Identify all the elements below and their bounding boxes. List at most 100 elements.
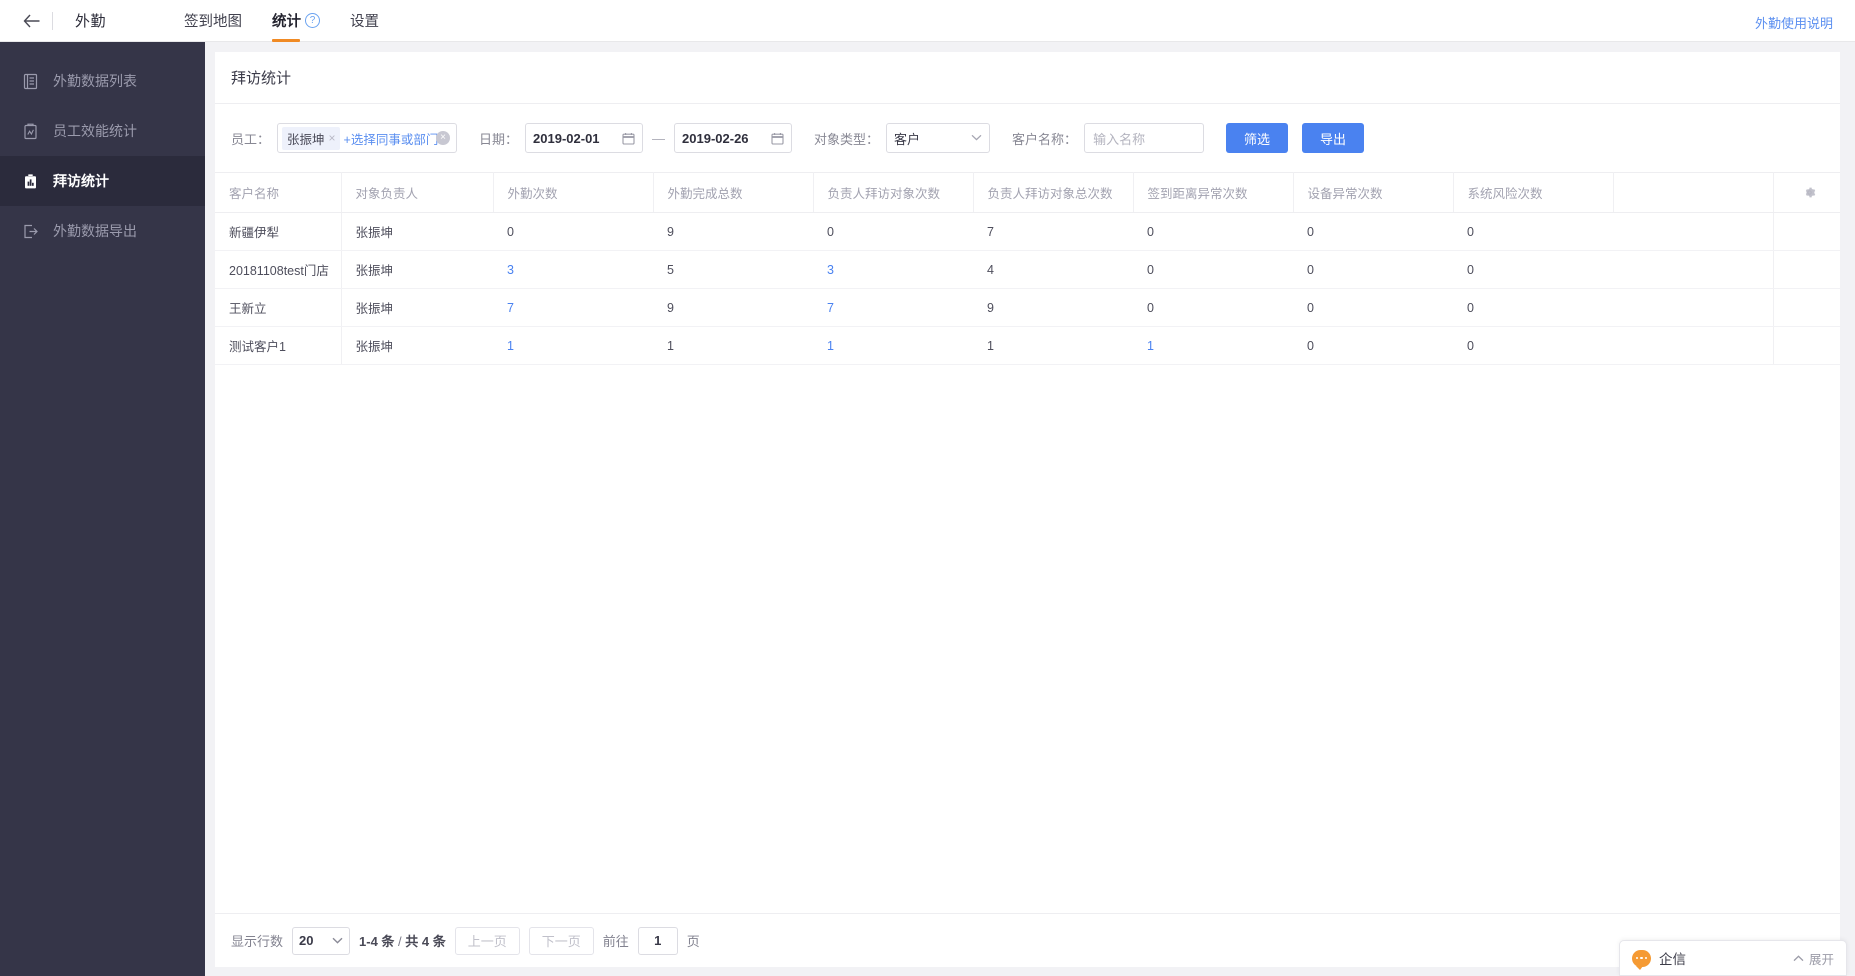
tab-signin-map-label: 签到地图 bbox=[184, 14, 243, 30]
prev-page-button[interactable]: 上一页 bbox=[454, 926, 520, 955]
customer-name-input[interactable]: 输入名称 bbox=[1084, 123, 1205, 153]
sidebar-item-efficiency-label: 员工效能统计 bbox=[53, 123, 137, 139]
filter-button[interactable]: 筛选 bbox=[1226, 123, 1289, 153]
date-filter: 日期： 2019-02-01 — 2019-02-26 bbox=[479, 123, 793, 153]
col-field-completed-total[interactable]: 外勤完成总数 bbox=[653, 172, 814, 213]
cell-object-owner: 张振坤 bbox=[341, 288, 493, 327]
cell-field-visits: 0 bbox=[493, 212, 653, 251]
employee-tag[interactable]: 张振坤 × bbox=[282, 126, 340, 150]
cell-object-owner: 张振坤 bbox=[341, 250, 493, 289]
help-icon[interactable]: ? bbox=[305, 13, 321, 28]
chat-widget[interactable]: 企信 展开 bbox=[1619, 940, 1847, 976]
cell-object-owner: 张振坤 bbox=[341, 326, 493, 365]
cell-spacer bbox=[1613, 288, 1774, 327]
col-owner-visit-count[interactable]: 负责人拜访对象次数 bbox=[813, 172, 974, 213]
sidebar-item-visit-stats[interactable]: 拜访统计 bbox=[0, 156, 205, 206]
cell-checkin-distance-abnormal: 0 bbox=[1133, 250, 1293, 289]
employee-add-link[interactable]: +选择同事或部门 bbox=[344, 129, 439, 148]
record-range-current: 1-4 条 bbox=[359, 934, 395, 949]
calendar-icon[interactable] bbox=[622, 132, 635, 145]
rows-per-page-value: 20 bbox=[299, 933, 314, 948]
cell-settings bbox=[1773, 288, 1845, 327]
cell-system-risk: 0 bbox=[1453, 288, 1613, 327]
employee-filter-label: 员工： bbox=[231, 131, 271, 147]
object-type-select[interactable]: 客户 bbox=[886, 123, 991, 153]
sidebar-item-data-export[interactable]: 外勤数据导出 bbox=[0, 206, 205, 256]
page-title: 拜访统计 bbox=[215, 52, 1845, 104]
chevron-down-icon bbox=[971, 132, 982, 144]
tab-statistics[interactable]: 统计 ? bbox=[272, 0, 321, 42]
object-type-label: 对象类型： bbox=[814, 131, 880, 147]
cell-field-completed-total: 1 bbox=[653, 326, 813, 365]
rows-per-page-select[interactable]: 20 bbox=[292, 926, 351, 955]
filter-actions: 筛选 导出 bbox=[1226, 123, 1365, 153]
customer-name-filter: 客户名称： 输入名称 bbox=[1012, 123, 1205, 153]
goto-page-input[interactable]: 1 bbox=[637, 926, 678, 955]
tab-signin-map[interactable]: 签到地图 bbox=[184, 0, 242, 42]
cell-link[interactable]: 7 bbox=[827, 301, 834, 315]
object-type-value: 客户 bbox=[894, 131, 921, 147]
sidebar-item-efficiency[interactable]: 员工效能统计 bbox=[0, 106, 205, 156]
col-system-risk[interactable]: 系统风险次数 bbox=[1453, 172, 1614, 213]
sidebar-item-visit-stats-label: 拜访统计 bbox=[53, 173, 109, 189]
back-arrow-icon[interactable] bbox=[10, 0, 52, 42]
employee-select[interactable]: 张振坤 × +选择同事或部门 × bbox=[277, 123, 458, 153]
cell-link[interactable]: 1 bbox=[507, 339, 514, 353]
col-checkin-distance-abnormal[interactable]: 签到距离异常次数 bbox=[1133, 172, 1294, 213]
col-owner-visit-total[interactable]: 负责人拜访对象总次数 bbox=[973, 172, 1134, 213]
col-object-owner[interactable]: 对象负责人 bbox=[341, 172, 494, 213]
cell-link[interactable]: 1 bbox=[827, 339, 834, 353]
col-customer-name[interactable]: 客户名称 bbox=[215, 172, 342, 213]
record-range-total: 共 4 条 bbox=[405, 934, 446, 949]
cell-customer-name: 新疆伊犁 bbox=[215, 212, 342, 251]
table-row[interactable]: 20181108test门店 张振坤 3 5 3 4 0 0 0 bbox=[215, 250, 1845, 289]
calendar-icon-end[interactable] bbox=[771, 132, 784, 145]
cell-device-abnormal: 0 bbox=[1293, 288, 1453, 327]
pagination-bar: 显示行数 20 1-4 条 / 共 4 条 上一页 下一页 前往 1 页 bbox=[215, 913, 1845, 967]
col-device-abnormal[interactable]: 设备异常次数 bbox=[1293, 172, 1454, 213]
col-spacer bbox=[1613, 172, 1774, 213]
cell-settings bbox=[1773, 326, 1845, 365]
table-body: 新疆伊犁 张振坤 0 9 0 7 0 0 0 20181108test门店 张振… bbox=[215, 212, 1845, 365]
table-row[interactable]: 王新立 张振坤 7 9 7 9 0 0 0 bbox=[215, 288, 1845, 327]
export-button[interactable]: 导出 bbox=[1302, 123, 1365, 153]
table-row[interactable]: 新疆伊犁 张振坤 0 9 0 7 0 0 0 bbox=[215, 212, 1845, 251]
date-start-value: 2019-02-01 bbox=[533, 130, 600, 146]
employee-tag-remove-icon[interactable]: × bbox=[329, 131, 336, 145]
cell-checkin-distance-abnormal: 0 bbox=[1133, 288, 1293, 327]
cell-spacer bbox=[1613, 212, 1774, 251]
list-doc-icon bbox=[22, 73, 39, 90]
cell-spacer bbox=[1613, 250, 1774, 289]
gear-icon[interactable] bbox=[1774, 186, 1846, 199]
chat-expand-button[interactable]: 展开 bbox=[1793, 949, 1834, 968]
object-type-filter: 对象类型： 客户 bbox=[814, 123, 991, 153]
right-gutter bbox=[1840, 42, 1855, 976]
table-row[interactable]: 测试客户1 张振坤 1 1 1 1 1 0 0 bbox=[215, 326, 1845, 365]
sidebar-item-data-list[interactable]: 外勤数据列表 bbox=[0, 56, 205, 106]
cell-owner-visit-count: 1 bbox=[813, 326, 973, 365]
cell-link[interactable]: 1 bbox=[1147, 339, 1154, 353]
cell-link[interactable]: 3 bbox=[507, 263, 514, 277]
employee-filter: 员工： 张振坤 × +选择同事或部门 × bbox=[231, 123, 458, 153]
cell-device-abnormal: 0 bbox=[1293, 326, 1453, 365]
data-table: 客户名称 对象负责人 外勤次数 外勤完成总数 负责人拜访对象次数 负责人拜访对象… bbox=[215, 172, 1845, 365]
cell-spacer bbox=[1613, 326, 1774, 365]
table-settings-header bbox=[1773, 172, 1846, 213]
sidebar: 外勤数据列表 员工效能统计 拜访统计 外勤数据导出 bbox=[0, 42, 205, 976]
cell-field-completed-total: 5 bbox=[653, 250, 813, 289]
content-card: 拜访统计 员工： 张振坤 × +选择同事或部门 × 日期： 2019-02-01 bbox=[215, 52, 1845, 967]
usage-guide-link[interactable]: 外勤使用说明 bbox=[1755, 13, 1833, 32]
cell-object-owner: 张振坤 bbox=[341, 212, 493, 251]
record-range: 1-4 条 / 共 4 条 bbox=[359, 931, 446, 950]
date-end-input[interactable]: 2019-02-26 bbox=[674, 123, 793, 153]
cell-link[interactable]: 3 bbox=[827, 263, 834, 277]
chevron-up-icon bbox=[1793, 954, 1804, 961]
tab-settings[interactable]: 设置 bbox=[350, 0, 379, 42]
date-start-input[interactable]: 2019-02-01 bbox=[525, 123, 644, 153]
cell-checkin-distance-abnormal: 1 bbox=[1133, 326, 1293, 365]
cell-link[interactable]: 7 bbox=[507, 301, 514, 315]
employee-clear-icon[interactable]: × bbox=[436, 131, 451, 145]
col-field-visits[interactable]: 外勤次数 bbox=[493, 172, 654, 213]
next-page-button[interactable]: 下一页 bbox=[528, 926, 594, 955]
cell-system-risk: 0 bbox=[1453, 250, 1613, 289]
